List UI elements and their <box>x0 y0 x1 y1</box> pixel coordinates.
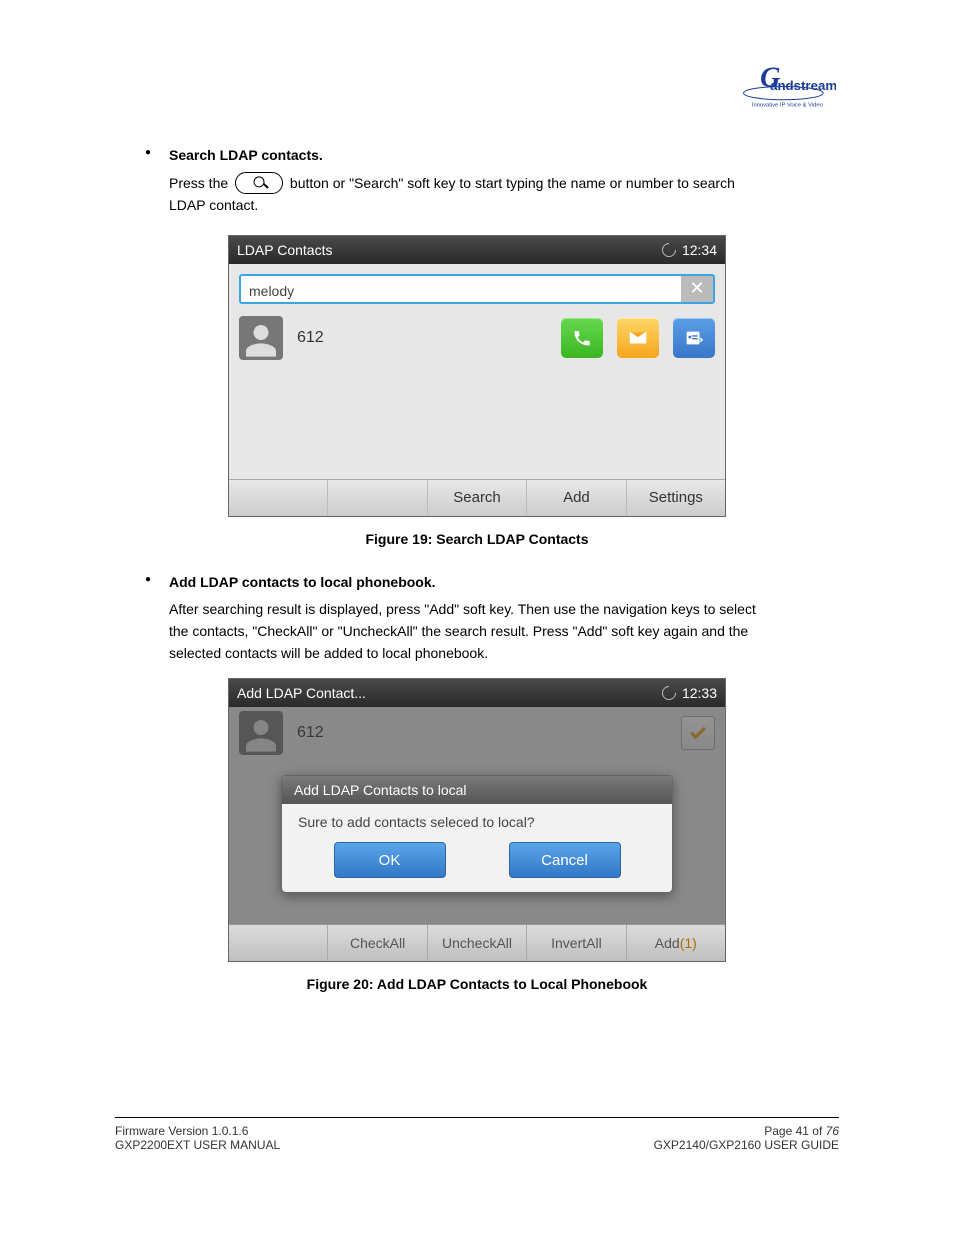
message-button[interactable] <box>617 318 659 358</box>
bullet-add-ldap: Add LDAP contacts to local phonebook. Af… <box>145 572 839 665</box>
clock: 12:33 <box>682 685 717 701</box>
figure-ldap-search: LDAP Contacts 12:34 melody ✕ 612 <box>228 235 726 517</box>
softkey-search[interactable]: Search <box>427 480 526 516</box>
dialog-title: Add LDAP Contacts to local <box>282 776 672 804</box>
search-key-icon <box>235 172 283 194</box>
confirm-dialog: Add LDAP Contacts to local Sure to add c… <box>281 775 673 893</box>
search-input[interactable]: melody <box>239 274 683 304</box>
dialog-message: Sure to add contacts seleced to local? <box>282 804 672 834</box>
cancel-button[interactable]: Cancel <box>509 842 621 878</box>
softkey-blank <box>229 925 327 961</box>
softkey-blank-2 <box>327 480 426 516</box>
contact-number: 612 <box>297 329 547 347</box>
figure-caption-2: Figure 20: Add LDAP Contacts to Local Ph… <box>115 976 839 992</box>
clear-search-button[interactable]: ✕ <box>681 274 715 304</box>
figure-caption-1: Figure 19: Search LDAP Contacts <box>115 531 839 547</box>
softkey-checkall[interactable]: CheckAll <box>327 925 426 961</box>
bullet-search-ldap: Search LDAP contacts. Press the button o… <box>145 145 839 217</box>
screen-title: Add LDAP Contact... <box>237 685 366 701</box>
refresh-icon <box>659 684 679 704</box>
svg-text:andstream: andstream <box>770 78 836 93</box>
clock: 12:34 <box>682 242 717 258</box>
avatar-icon <box>239 316 283 360</box>
contact-row[interactable]: 612 <box>229 312 725 364</box>
footer-rule <box>115 1117 839 1118</box>
bullet-title: Search LDAP contacts. <box>169 147 323 163</box>
svg-text:Innovative IP Voice & Video: Innovative IP Voice & Video <box>752 102 823 108</box>
softkey-uncheckall[interactable]: UncheckAll <box>427 925 526 961</box>
softkey-add[interactable]: Add(1) <box>626 925 725 961</box>
call-button[interactable] <box>561 318 603 358</box>
bullet-title: Add LDAP contacts to local phonebook. <box>169 574 436 590</box>
save-contact-button[interactable] <box>673 318 715 358</box>
figure-add-ldap: Add LDAP Contact... 12:33 612 Add LDAP C… <box>228 678 726 962</box>
ok-button[interactable]: OK <box>334 842 446 878</box>
brand-logo: G andstream Innovative IP Voice & Video <box>734 55 836 113</box>
softkey-add[interactable]: Add <box>526 480 625 516</box>
refresh-icon <box>659 240 679 260</box>
softkey-blank-1 <box>229 480 327 516</box>
screen-title: LDAP Contacts <box>237 242 332 258</box>
footer: Firmware Version 1.0.1.6 GXP2200EXT USER… <box>115 1124 839 1152</box>
softkey-invertall[interactable]: InvertAll <box>526 925 625 961</box>
softkey-settings[interactable]: Settings <box>626 480 725 516</box>
